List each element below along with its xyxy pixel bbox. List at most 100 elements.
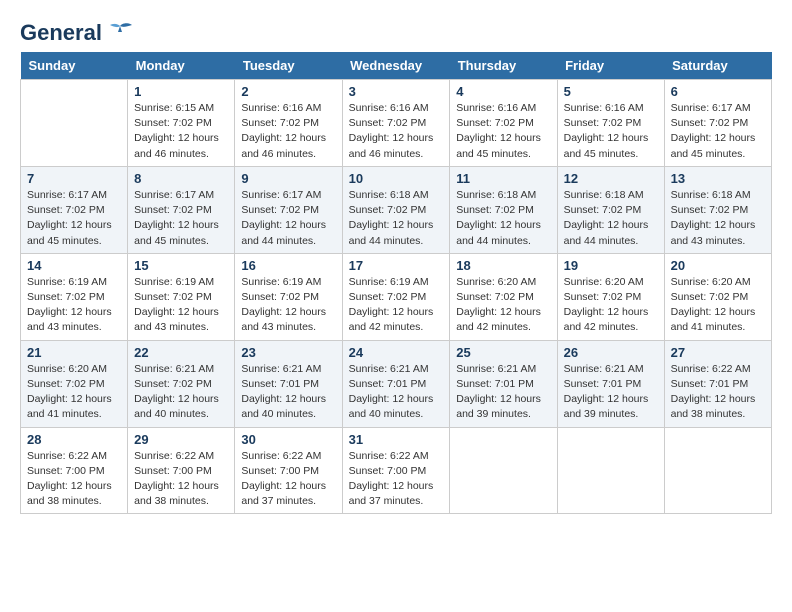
day-info: Sunrise: 6:18 AM Sunset: 7:02 PM Dayligh…	[456, 188, 550, 249]
day-info: Sunrise: 6:20 AM Sunset: 7:02 PM Dayligh…	[27, 362, 121, 423]
day-number: 26	[564, 345, 658, 360]
day-info: Sunrise: 6:21 AM Sunset: 7:01 PM Dayligh…	[241, 362, 335, 423]
calendar-cell: 29 Sunrise: 6:22 AM Sunset: 7:00 PM Dayli…	[128, 427, 235, 514]
day-number: 3	[349, 84, 444, 99]
calendar-cell: 26 Sunrise: 6:21 AM Sunset: 7:01 PM Dayli…	[557, 340, 664, 427]
day-number: 12	[564, 171, 658, 186]
day-number: 17	[349, 258, 444, 273]
day-number: 29	[134, 432, 228, 447]
calendar-cell: 19 Sunrise: 6:20 AM Sunset: 7:02 PM Dayli…	[557, 253, 664, 340]
logo: General	[20, 20, 134, 42]
calendar-cell: 22 Sunrise: 6:21 AM Sunset: 7:02 PM Dayli…	[128, 340, 235, 427]
calendar-cell: 28 Sunrise: 6:22 AM Sunset: 7:00 PM Dayli…	[21, 427, 128, 514]
day-info: Sunrise: 6:21 AM Sunset: 7:01 PM Dayligh…	[456, 362, 550, 423]
calendar-cell: 2 Sunrise: 6:16 AM Sunset: 7:02 PM Daylig…	[235, 80, 342, 167]
day-number: 18	[456, 258, 550, 273]
calendar-cell: 5 Sunrise: 6:16 AM Sunset: 7:02 PM Daylig…	[557, 80, 664, 167]
day-number: 9	[241, 171, 335, 186]
week-row-5: 28 Sunrise: 6:22 AM Sunset: 7:00 PM Dayli…	[21, 427, 772, 514]
day-info: Sunrise: 6:19 AM Sunset: 7:02 PM Dayligh…	[241, 275, 335, 336]
logo-bird-icon	[106, 22, 134, 44]
calendar-cell: 30 Sunrise: 6:22 AM Sunset: 7:00 PM Dayli…	[235, 427, 342, 514]
calendar-cell: 16 Sunrise: 6:19 AM Sunset: 7:02 PM Dayli…	[235, 253, 342, 340]
day-info: Sunrise: 6:16 AM Sunset: 7:02 PM Dayligh…	[349, 101, 444, 162]
calendar-cell	[21, 80, 128, 167]
day-info: Sunrise: 6:20 AM Sunset: 7:02 PM Dayligh…	[671, 275, 765, 336]
day-number: 16	[241, 258, 335, 273]
day-info: Sunrise: 6:22 AM Sunset: 7:00 PM Dayligh…	[27, 449, 121, 510]
calendar-cell: 18 Sunrise: 6:20 AM Sunset: 7:02 PM Dayli…	[450, 253, 557, 340]
day-number: 27	[671, 345, 765, 360]
week-row-4: 21 Sunrise: 6:20 AM Sunset: 7:02 PM Dayli…	[21, 340, 772, 427]
day-info: Sunrise: 6:19 AM Sunset: 7:02 PM Dayligh…	[27, 275, 121, 336]
day-info: Sunrise: 6:17 AM Sunset: 7:02 PM Dayligh…	[241, 188, 335, 249]
day-number: 24	[349, 345, 444, 360]
weekday-header-thursday: Thursday	[450, 52, 557, 80]
weekday-header-friday: Friday	[557, 52, 664, 80]
day-number: 14	[27, 258, 121, 273]
calendar-cell: 20Sunrise: 6:20 AM Sunset: 7:02 PM Dayli…	[664, 253, 771, 340]
calendar-cell	[664, 427, 771, 514]
day-info: Sunrise: 6:16 AM Sunset: 7:02 PM Dayligh…	[564, 101, 658, 162]
weekday-header-row: SundayMondayTuesdayWednesdayThursdayFrid…	[21, 52, 772, 80]
day-info: Sunrise: 6:16 AM Sunset: 7:02 PM Dayligh…	[241, 101, 335, 162]
calendar-cell: 7Sunrise: 6:17 AM Sunset: 7:02 PM Daylig…	[21, 166, 128, 253]
day-number: 31	[349, 432, 444, 447]
day-number: 22	[134, 345, 228, 360]
day-number: 2	[241, 84, 335, 99]
day-info: Sunrise: 6:20 AM Sunset: 7:02 PM Dayligh…	[456, 275, 550, 336]
day-info: Sunrise: 6:18 AM Sunset: 7:02 PM Dayligh…	[671, 188, 765, 249]
calendar-cell: 25 Sunrise: 6:21 AM Sunset: 7:01 PM Dayli…	[450, 340, 557, 427]
weekday-header-wednesday: Wednesday	[342, 52, 450, 80]
calendar-cell: 24Sunrise: 6:21 AM Sunset: 7:01 PM Dayli…	[342, 340, 450, 427]
calendar-cell: 4Sunrise: 6:16 AM Sunset: 7:02 PM Daylig…	[450, 80, 557, 167]
day-info: Sunrise: 6:19 AM Sunset: 7:02 PM Dayligh…	[349, 275, 444, 336]
calendar-cell	[557, 427, 664, 514]
day-number: 23	[241, 345, 335, 360]
day-info: Sunrise: 6:21 AM Sunset: 7:01 PM Dayligh…	[564, 362, 658, 423]
calendar-cell: 31Sunrise: 6:22 AM Sunset: 7:00 PM Dayli…	[342, 427, 450, 514]
day-number: 25	[456, 345, 550, 360]
day-info: Sunrise: 6:21 AM Sunset: 7:02 PM Dayligh…	[134, 362, 228, 423]
day-info: Sunrise: 6:22 AM Sunset: 7:00 PM Dayligh…	[241, 449, 335, 510]
calendar-cell: 10Sunrise: 6:18 AM Sunset: 7:02 PM Dayli…	[342, 166, 450, 253]
day-number: 30	[241, 432, 335, 447]
day-number: 19	[564, 258, 658, 273]
day-info: Sunrise: 6:18 AM Sunset: 7:02 PM Dayligh…	[564, 188, 658, 249]
day-info: Sunrise: 6:22 AM Sunset: 7:00 PM Dayligh…	[134, 449, 228, 510]
day-number: 11	[456, 171, 550, 186]
weekday-header-monday: Monday	[128, 52, 235, 80]
calendar-cell: 17 Sunrise: 6:19 AM Sunset: 7:02 PM Dayli…	[342, 253, 450, 340]
week-row-3: 14 Sunrise: 6:19 AM Sunset: 7:02 PM Dayli…	[21, 253, 772, 340]
calendar-cell: 12 Sunrise: 6:18 AM Sunset: 7:02 PM Dayli…	[557, 166, 664, 253]
day-number: 10	[349, 171, 444, 186]
logo-text-general: General	[20, 20, 102, 46]
calendar-cell: 14 Sunrise: 6:19 AM Sunset: 7:02 PM Dayli…	[21, 253, 128, 340]
day-number: 21	[27, 345, 121, 360]
day-info: Sunrise: 6:17 AM Sunset: 7:02 PM Dayligh…	[671, 101, 765, 162]
page-header: General	[20, 20, 772, 42]
day-info: Sunrise: 6:17 AM Sunset: 7:02 PM Dayligh…	[134, 188, 228, 249]
day-number: 1	[134, 84, 228, 99]
calendar-cell: 13Sunrise: 6:18 AM Sunset: 7:02 PM Dayli…	[664, 166, 771, 253]
weekday-header-tuesday: Tuesday	[235, 52, 342, 80]
calendar-cell	[450, 427, 557, 514]
calendar-cell: 9 Sunrise: 6:17 AM Sunset: 7:02 PM Daylig…	[235, 166, 342, 253]
week-row-1: 1Sunrise: 6:15 AM Sunset: 7:02 PM Daylig…	[21, 80, 772, 167]
day-number: 5	[564, 84, 658, 99]
week-row-2: 7 Sunrise: 6:17 AM Sunset: 7:02 PM Daylig…	[21, 166, 772, 253]
calendar-cell: 1Sunrise: 6:15 AM Sunset: 7:02 PM Daylig…	[128, 80, 235, 167]
day-number: 28	[27, 432, 121, 447]
day-info: Sunrise: 6:22 AM Sunset: 7:01 PM Dayligh…	[671, 362, 765, 423]
day-info: Sunrise: 6:16 AM Sunset: 7:02 PM Dayligh…	[456, 101, 550, 162]
calendar-cell: 15Sunrise: 6:19 AM Sunset: 7:02 PM Dayli…	[128, 253, 235, 340]
weekday-header-sunday: Sunday	[21, 52, 128, 80]
calendar-table: SundayMondayTuesdayWednesdayThursdayFrid…	[20, 52, 772, 514]
day-number: 8	[134, 171, 228, 186]
day-number: 7	[27, 171, 121, 186]
calendar-cell: 6 Sunrise: 6:17 AM Sunset: 7:02 PM Daylig…	[664, 80, 771, 167]
calendar-cell: 23 Sunrise: 6:21 AM Sunset: 7:01 PM Dayli…	[235, 340, 342, 427]
calendar-cell: 21 Sunrise: 6:20 AM Sunset: 7:02 PM Dayli…	[21, 340, 128, 427]
day-number: 6	[671, 84, 765, 99]
day-info: Sunrise: 6:20 AM Sunset: 7:02 PM Dayligh…	[564, 275, 658, 336]
